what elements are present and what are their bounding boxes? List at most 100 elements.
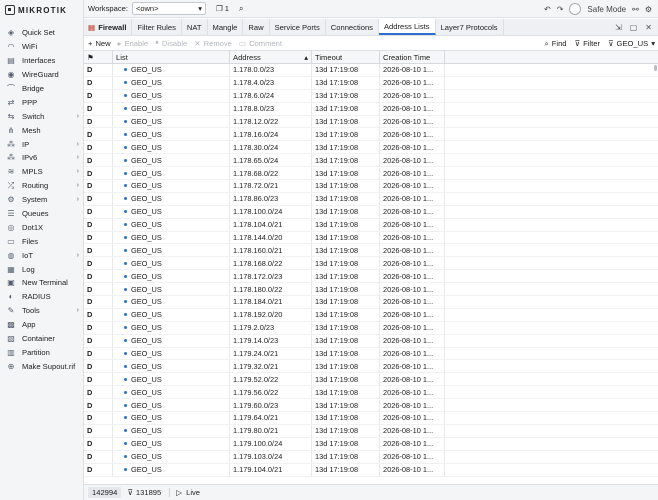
sidebar-item-ip[interactable]: ⁂ IP › <box>0 137 83 151</box>
maximize-icon[interactable]: ▢ <box>630 23 638 32</box>
tab-layer7-protocols[interactable]: Layer7 Protocols <box>436 19 504 35</box>
gear-icon[interactable]: ⚙ <box>645 5 652 14</box>
sidebar-item-wireguard[interactable]: ◉ WireGuard <box>0 68 83 82</box>
new-button[interactable]: + New <box>88 39 111 48</box>
sidebar-item-system[interactable]: ⚙ System › <box>0 193 83 207</box>
cell-filler <box>445 348 658 360</box>
sidebar-item-switch[interactable]: ⇆ Switch › <box>0 109 83 123</box>
sidebar-item-routing[interactable]: ⤮ Routing › <box>0 179 83 193</box>
comment-button[interactable]: ▭ Comment <box>239 39 282 48</box>
scrollbar-thumb[interactable] <box>654 65 657 71</box>
flag-column-header[interactable]: ⚑ <box>84 51 113 63</box>
tab-firewall[interactable]: ▦ Firewall <box>84 19 133 35</box>
sidebar-item-iot[interactable]: ◍ IoT › <box>0 248 83 262</box>
live-toggle[interactable]: ▷ Live <box>176 488 200 497</box>
pin-icon[interactable]: ⇲ <box>615 23 622 32</box>
workspace-select[interactable]: <own> ▾ <box>131 2 206 15</box>
sidebar-item-new-terminal[interactable]: ▣ New Terminal <box>0 276 83 290</box>
table-row[interactable]: D GEO_US 1.178.65.0/24 13d 17:19:08 2026-08-… <box>84 154 658 168</box>
table-row[interactable]: D GEO_US 1.179.2.0/23 13d 17:19:08 2026-08-1… <box>84 321 658 335</box>
table-row[interactable]: D GEO_US 1.178.30.0/24 13d 17:19:08 2026-08-… <box>84 141 658 155</box>
find-button[interactable]: ⌕ Find <box>544 39 566 49</box>
table-row[interactable]: D GEO_US 1.178.4.0/23 13d 17:19:08 2026-08-1… <box>84 76 658 90</box>
table-row[interactable]: D GEO_US 1.178.184.0/21 13d 17:19:08 2026-08… <box>84 296 658 309</box>
sidebar-item-bridge[interactable]: ⌒ Bridge <box>0 82 83 96</box>
column-header-address[interactable]: Address ▴ <box>230 51 312 63</box>
tab-mangle[interactable]: Mangle <box>208 19 244 35</box>
sidebar-item-queues[interactable]: ☰ Queues <box>0 207 83 221</box>
sidebar-item-quick-set[interactable]: ◈ Quick Set <box>0 26 83 40</box>
table-row[interactable]: D GEO_US 1.179.100.0/24 13d 17:19:08 2026-08… <box>84 437 658 451</box>
redo-icon[interactable]: ↷ <box>557 5 564 14</box>
table-row[interactable]: D GEO_US 1.179.104.0/21 13d 17:19:08 2026-08… <box>84 463 658 477</box>
table-row[interactable]: D GEO_US 1.178.180.0/22 13d 17:19:08 2026-08… <box>84 283 658 297</box>
table-row[interactable]: D GEO_US 1.178.100.0/24 13d 17:19:08 2026-08… <box>84 205 658 219</box>
sidebar-item-interfaces[interactable]: ▤ Interfaces <box>0 54 83 68</box>
close-icon[interactable]: ✕ <box>645 23 652 32</box>
windows-button[interactable]: ❐ 1 <box>216 4 229 13</box>
table-row[interactable]: D GEO_US 1.178.172.0/23 13d 17:19:08 2026-08… <box>84 270 658 284</box>
table-row[interactable]: D GEO_US 1.178.12.0/22 13d 17:19:08 2026-08-… <box>84 115 658 129</box>
table-row[interactable]: D GEO_US 1.178.16.0/24 13d 17:19:08 2026-08-… <box>84 128 658 142</box>
filter-button[interactable]: ⊽ Filter <box>575 39 600 48</box>
table-row[interactable]: D GEO_US 1.178.0.0/23 13d 17:19:08 2026-08-1… <box>84 64 658 77</box>
table-row[interactable]: D GEO_US 1.178.6.0/24 13d 17:19:08 2026-08-1… <box>84 89 658 103</box>
sidebar-item-app[interactable]: ▩ App <box>0 318 83 332</box>
tab-service-ports[interactable]: Service Ports <box>270 19 326 35</box>
enable-button[interactable]: ▸ Enable <box>118 39 148 48</box>
table-row[interactable]: D GEO_US 1.179.64.0/21 13d 17:19:08 2026-08-… <box>84 412 658 425</box>
sidebar-item-mpls[interactable]: ≋ MPLS › <box>0 165 83 179</box>
tab-filter-rules[interactable]: Filter Rules <box>132 19 182 35</box>
column-header-list[interactable]: List <box>113 51 230 63</box>
column-header-timeout[interactable]: Timeout <box>312 51 380 63</box>
table-row[interactable]: D GEO_US 1.178.68.0/22 13d 17:19:08 2026-08-… <box>84 167 658 181</box>
sidebar-item-ppp[interactable]: ⇄ PPP <box>0 95 83 109</box>
table-row[interactable]: D GEO_US 1.178.168.0/22 13d 17:19:08 2026-08… <box>84 257 658 271</box>
undo-icon[interactable]: ↶ <box>544 5 551 14</box>
remove-button[interactable]: ✕ Remove <box>194 39 232 48</box>
sidebar-item-log[interactable]: ▦ Log <box>0 262 83 276</box>
tab-nat[interactable]: NAT <box>182 19 208 35</box>
table-row[interactable]: D GEO_US 1.179.24.0/21 13d 17:19:08 2026-08-… <box>84 347 658 361</box>
tab-connections[interactable]: Connections <box>326 19 379 35</box>
search-icon[interactable]: ⌕ <box>239 4 243 14</box>
table-row[interactable]: D GEO_US 1.179.32.0/21 13d 17:19:08 2026-08-… <box>84 360 658 374</box>
sidebar-item-radius[interactable]: ◐ RADIUS <box>0 290 83 304</box>
table-row[interactable]: D GEO_US 1.179.80.0/21 13d 17:19:08 2026-08-… <box>84 424 658 438</box>
status-dot-icon <box>124 197 127 201</box>
safe-mode-toggle[interactable] <box>569 3 582 15</box>
table-row[interactable]: D GEO_US 1.178.86.0/23 13d 17:19:08 2026-08-… <box>84 192 658 206</box>
cell-flag: D <box>84 141 113 154</box>
table-row[interactable]: D GEO_US 1.179.60.0/23 13d 17:19:08 2026-08-… <box>84 399 658 413</box>
table-scrollbar[interactable] <box>653 51 658 484</box>
sidebar-item-files[interactable]: ▭ Files <box>0 234 83 248</box>
disable-button[interactable]: ⏸ Disable <box>155 38 187 48</box>
sidebar-item-mesh[interactable]: ⋔ Mesh <box>0 123 83 137</box>
table-row[interactable]: D GEO_US 1.179.56.0/22 13d 17:19:08 2026-08-… <box>84 386 658 400</box>
table-row[interactable]: D GEO_US 1.178.160.0/21 13d 17:19:08 2026-08… <box>84 244 658 258</box>
table-row[interactable]: D GEO_US 1.178.72.0/21 13d 17:19:08 2026-08-… <box>84 180 658 193</box>
cell-creation-time: 2026-08-10 1... <box>380 463 445 476</box>
sidebar-item-wifi[interactable]: ◠ WiFi <box>0 40 83 54</box>
active-filter-chip[interactable]: ⊽ GEO_US ▾ <box>608 39 655 48</box>
sidebar-item-dot1x[interactable]: ◎ Dot1X <box>0 220 83 234</box>
sidebar-item-partition[interactable]: ▥ Partition <box>0 345 83 359</box>
table-row[interactable]: D GEO_US 1.178.8.0/23 13d 17:19:08 2026-08-1… <box>84 102 658 116</box>
filter-icon: ⊽ <box>574 39 581 48</box>
column-header-creation-time[interactable]: Creation Time <box>380 51 445 63</box>
sidebar-item-make-supout-rif[interactable]: ⊕ Make Supout.rif <box>0 359 83 373</box>
table-row[interactable]: D GEO_US 1.178.104.0/21 13d 17:19:08 2026-08… <box>84 218 658 232</box>
sidebar-item-tools[interactable]: ✎ Tools › <box>0 304 83 318</box>
tab-raw[interactable]: Raw <box>243 19 270 35</box>
sidebar-item-ipv6[interactable]: ⁂ IPv6 › <box>0 151 83 165</box>
tab-address-lists[interactable]: Address Lists <box>378 19 436 35</box>
cell-list-text: GEO_US <box>131 349 162 359</box>
sidebar-item-container[interactable]: ▧ Container <box>0 332 83 346</box>
table-row[interactable]: D GEO_US 1.178.192.0/20 13d 17:19:08 2026-08… <box>84 308 658 322</box>
table-row[interactable]: D GEO_US 1.179.14.0/23 13d 17:19:08 2026-08-… <box>84 334 658 348</box>
table-row[interactable]: D GEO_US 1.179.103.0/24 13d 17:19:08 2026-08… <box>84 450 658 464</box>
cell-list-text: GEO_US <box>131 245 162 255</box>
table-row[interactable]: D GEO_US 1.179.52.0/22 13d 17:19:08 2026-08-… <box>84 373 658 387</box>
table-row[interactable]: D GEO_US 1.178.144.0/20 13d 17:19:08 2026-08… <box>84 231 658 245</box>
connection-icon[interactable]: ⚯ <box>632 5 639 14</box>
